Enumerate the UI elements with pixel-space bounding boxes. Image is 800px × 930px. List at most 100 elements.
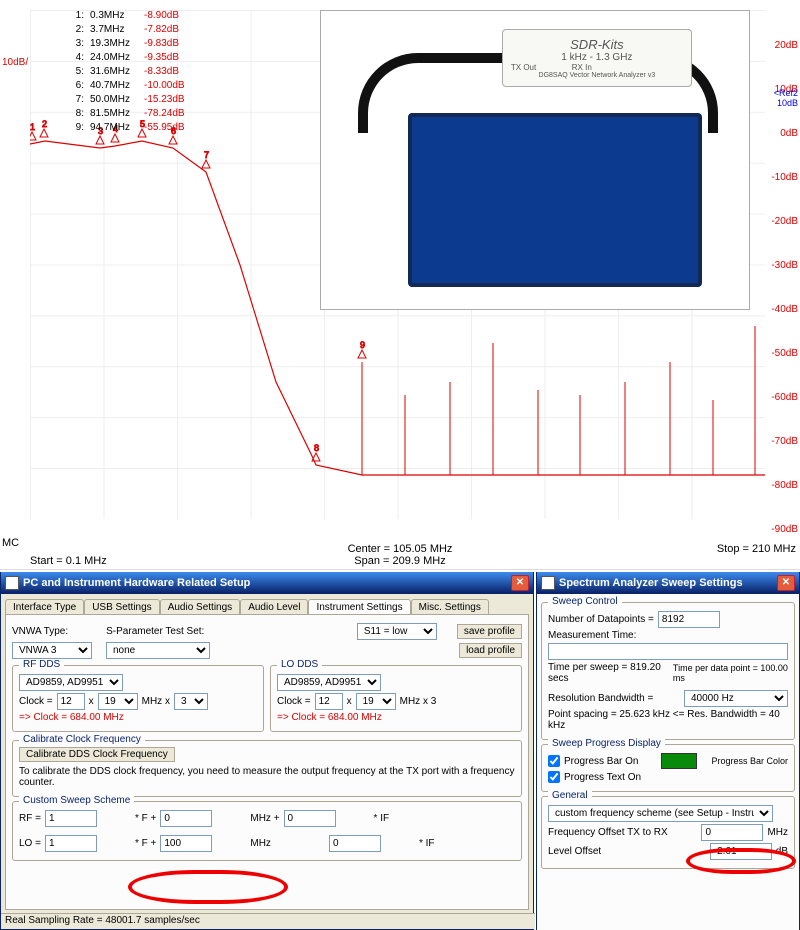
rf-mult2[interactable]: 3 <box>174 693 208 710</box>
progress-bar-color[interactable] <box>661 753 697 769</box>
status-bar: Real Sampling Rate = 48001.7 samples/sec <box>1 913 535 929</box>
rf-dds-legend: RF DDS <box>19 659 64 670</box>
svg-text:9: 9 <box>360 340 365 350</box>
lo-dds-legend: LO DDS <box>277 659 322 670</box>
lo-clock-label: Clock = <box>277 696 311 707</box>
marker-row: 3:19.3MHz-9.83dB <box>70 38 185 50</box>
tab-strip: Interface TypeUSB SettingsAudio Settings… <box>1 594 533 614</box>
marker-row: 7:50.0MHz-15.23dB <box>70 94 185 106</box>
window-title: PC and Instrument Hardware Related Setup <box>23 577 250 589</box>
lo-clock-input[interactable] <box>315 693 343 710</box>
sparam-select[interactable]: none <box>106 642 210 659</box>
save-profile-button[interactable]: save profile <box>457 624 522 639</box>
y-scale-right: <Ref2 10dB 20dB10dB0dB-10dB-20dB-30dB-40… <box>771 40 798 568</box>
center-freq: Center = 105.05 MHz <box>348 543 453 555</box>
datapoints-input[interactable] <box>658 611 720 628</box>
close-icon[interactable]: ✕ <box>777 575 795 591</box>
sweep-control-legend: Sweep Control <box>548 596 622 607</box>
sparam-label: S-Parameter Test Set: <box>106 626 204 637</box>
datapoints-label: Number of Datapoints = <box>548 614 654 625</box>
lo-mult1[interactable]: 19 <box>356 693 396 710</box>
load-profile-button[interactable]: load profile <box>459 643 522 658</box>
point-spacing: Point spacing = 25.623 kHz <= Res. Bandw… <box>548 709 788 731</box>
tab-audio-settings[interactable]: Audio Settings <box>160 599 241 615</box>
marker-row: 4:24.0MHz-9.35dB <box>70 52 185 64</box>
y-scale-left: 10dB/ <box>2 57 28 68</box>
rbw-label: Resolution Bandwidth = <box>548 693 653 704</box>
marker-row: 5:31.6MHz-8.33dB <box>70 66 185 78</box>
hardware-setup-window: PC and Instrument Hardware Related Setup… <box>0 572 534 930</box>
start-freq: Start = 0.1 MHz <box>30 555 107 567</box>
tab-usb-settings[interactable]: USB Settings <box>84 599 159 615</box>
titlebar[interactable]: Spectrum Analyzer Sweep Settings ✕ <box>537 572 799 594</box>
app-icon <box>5 576 19 590</box>
s11-select[interactable]: S11 = low <box>357 623 437 640</box>
svg-text:7: 7 <box>204 150 209 160</box>
vnwa-type-select[interactable]: VNWA 3 <box>12 642 92 659</box>
tab-audio-level[interactable]: Audio Level <box>240 599 308 615</box>
y-tick: 20dB <box>771 40 798 84</box>
y-tick: -30dB <box>771 260 798 304</box>
y-tick: -10dB <box>771 172 798 216</box>
rf-clock-input[interactable] <box>57 693 85 710</box>
span-freq: Span = 209.9 MHz <box>348 555 453 567</box>
y-tick: 0dB <box>771 128 798 172</box>
svg-text:8: 8 <box>314 443 319 453</box>
lo-clock-result: => Clock = 684.00 MHz <box>277 712 515 723</box>
meastime-input[interactable] <box>548 643 788 660</box>
device-photo: SDR-Kits 1 kHz - 1.3 GHz TX Out RX In DG… <box>320 10 750 310</box>
app-icon <box>541 576 555 590</box>
vnwa-type-label: VNWA Type: <box>12 626 68 637</box>
freq-scheme-select[interactable]: custom frequency scheme (see Setup - Ins… <box>548 805 773 822</box>
calibrate-button[interactable]: Calibrate DDS Clock Frequency <box>19 747 175 762</box>
general-legend: General <box>548 790 592 801</box>
spectrum-chart: 1 2 3 4 5 6 7 8 9 1:0.3MHz-8.90dB2:3.7MH… <box>0 0 800 570</box>
y-tick: -80dB <box>771 480 798 524</box>
level-offset-input[interactable] <box>710 843 772 860</box>
rf-mult1[interactable]: 19 <box>98 693 138 710</box>
tab-misc-settings[interactable]: Misc. Settings <box>411 599 489 615</box>
level-offset-label: Level Offset <box>548 846 601 857</box>
svg-text:2: 2 <box>42 119 47 129</box>
rf-if-input[interactable] <box>284 810 336 827</box>
rf-eq-label: RF = <box>19 813 41 824</box>
time-per-point: Time per data point = 100.00 ms <box>673 663 788 683</box>
rf-offset-input[interactable] <box>160 810 212 827</box>
calibrate-help: To calibrate the DDS clock frequency, yo… <box>19 766 515 788</box>
meastime-label: Measurement Time: <box>548 630 636 641</box>
calibrate-legend: Calibrate Clock Frequency <box>19 734 145 745</box>
custom-sweep-legend: Custom Sweep Scheme <box>19 795 134 806</box>
tab-interface-type[interactable]: Interface Type <box>5 599 84 615</box>
lo-offset-input[interactable] <box>160 835 212 852</box>
marker-row: 9:94.7MHz-55.95dB <box>70 122 185 134</box>
tab-instrument-settings[interactable]: Instrument Settings <box>308 599 410 615</box>
rf-clock-result: => Clock = 684.00 MHz <box>19 712 257 723</box>
rbw-select[interactable]: 40000 Hz <box>684 690 788 707</box>
lo-dds-chip[interactable]: AD9859, AD9951 <box>277 674 381 691</box>
marker-row: 2:3.7MHz-7.82dB <box>70 24 185 36</box>
progress-text-checkbox[interactable]: Progress Text On <box>548 771 641 783</box>
lo-k-input[interactable] <box>45 835 97 852</box>
progress-legend: Sweep Progress Display <box>548 738 665 749</box>
stop-freq: Stop = 210 MHz <box>717 543 796 555</box>
lo-if-input[interactable] <box>329 835 381 852</box>
marker-row: 8:81.5MHz-78.24dB <box>70 108 185 120</box>
ref2-label: <Ref2 10dB <box>774 88 798 108</box>
upconverter-pcb <box>408 113 702 287</box>
freq-offset-label: Frequency Offset TX to RX <box>548 827 668 838</box>
y-tick: -50dB <box>771 348 798 392</box>
device-ports: TX Out RX In <box>503 63 691 72</box>
y-tick: -40dB <box>771 304 798 348</box>
mc-label: MC <box>2 537 19 549</box>
marker-row: 1:0.3MHz-8.90dB <box>70 10 185 22</box>
freq-offset-input[interactable] <box>701 824 763 841</box>
rf-dds-chip[interactable]: AD9859, AD9951 <box>19 674 123 691</box>
titlebar[interactable]: PC and Instrument Hardware Related Setup… <box>1 572 533 594</box>
center-span: Center = 105.05 MHz Span = 209.9 MHz <box>348 543 453 567</box>
sweep-settings-window: Spectrum Analyzer Sweep Settings ✕ Sweep… <box>536 572 800 930</box>
device-model: DG8SAQ Vector Network Analyzer v3 <box>539 72 656 79</box>
close-icon[interactable]: ✕ <box>511 575 529 591</box>
rf-k-input[interactable] <box>45 810 97 827</box>
progress-bar-checkbox[interactable]: Progress Bar On <box>548 755 638 767</box>
y-tick: -70dB <box>771 436 798 480</box>
